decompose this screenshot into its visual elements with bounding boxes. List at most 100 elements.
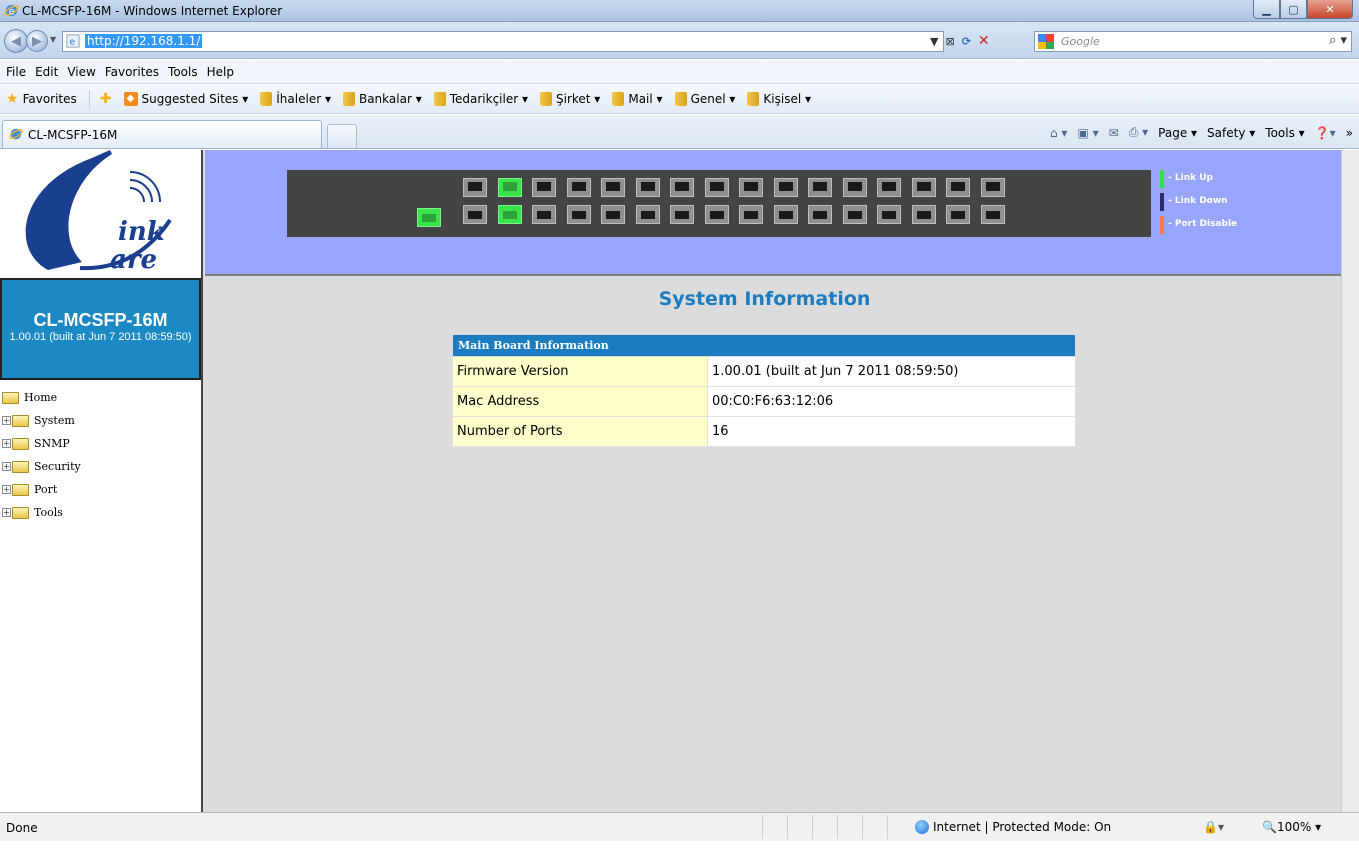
expand-icon[interactable]: + <box>2 485 11 494</box>
port-25[interactable] <box>877 178 901 197</box>
security-zone[interactable]: Internet | Protected Mode: On <box>915 820 1111 834</box>
compatibility-view-icon[interactable]: ⊠ <box>945 35 954 48</box>
nav-tree: Home + System + SNMP + Security + Port + Tool… <box>0 386 81 524</box>
nav-item-home[interactable]: Home <box>0 386 81 409</box>
url-text[interactable]: http://192.168.1.1/ <box>85 34 203 48</box>
help-icon[interactable]: ❓▾ <box>1315 126 1336 140</box>
port-4[interactable] <box>497 205 522 224</box>
favorite-label: İhaleler ▾ <box>276 92 331 106</box>
nav-item-snmp[interactable]: + SNMP <box>0 432 81 455</box>
internet-explorer-icon: e <box>4 4 19 17</box>
address-bar[interactable]: e http://192.168.1.1/ <box>62 31 944 52</box>
legend-label: - Link Up <box>1168 173 1213 183</box>
page-menu[interactable]: Page ▾ <box>1158 126 1197 140</box>
home-icon[interactable]: ⌂ ▾ <box>1050 126 1067 140</box>
status-bar: Done Internet | Protected Mode: On 🔒▾ 🔍1… <box>0 812 1359 841</box>
port-29[interactable] <box>946 178 970 197</box>
search-icon[interactable]: ⌕ ▾ <box>1329 33 1347 48</box>
port-27[interactable] <box>911 178 936 197</box>
print-icon[interactable]: ⎙ ▾ <box>1129 125 1148 140</box>
favorite-bankalar[interactable]: Bankalar ▾ <box>342 92 422 106</box>
search-box[interactable]: Google ⌕ ▾ <box>1034 31 1352 52</box>
favorites-button[interactable]: ★ Favorites <box>6 91 77 107</box>
recent-pages-dropdown[interactable]: ▼ <box>50 35 56 44</box>
port-21[interactable] <box>808 178 832 197</box>
menu-file[interactable]: File <box>6 65 26 79</box>
safety-menu[interactable]: Safety ▾ <box>1207 126 1255 140</box>
port-8[interactable] <box>566 205 591 224</box>
forward-button[interactable]: ▶ <box>26 30 48 52</box>
menu-tools[interactable]: Tools <box>168 65 198 79</box>
expand-icon[interactable]: + <box>2 416 11 425</box>
nav-item-system[interactable]: + System <box>0 409 81 432</box>
tools-menu[interactable]: Tools ▾ <box>1265 126 1304 140</box>
port-5[interactable] <box>532 178 556 197</box>
port-31[interactable] <box>980 178 1005 197</box>
minimize-button[interactable]: ▁ <box>1253 0 1280 19</box>
row-label: Number of Ports <box>452 416 708 447</box>
port-jack <box>882 182 896 191</box>
favorite-kisisel[interactable]: Kişisel ▾ <box>747 92 811 106</box>
favorite-mail[interactable]: Mail ▾ <box>612 92 663 106</box>
feeds-icon[interactable]: ▣ ▾ <box>1077 126 1098 140</box>
close-button[interactable]: ✕ <box>1307 0 1353 19</box>
nav-item-security[interactable]: + Security <box>0 455 81 478</box>
search-placeholder: Google <box>1061 35 1100 48</box>
favorite-tedarikciler[interactable]: Tedarikçiler ▾ <box>433 92 528 106</box>
port-32[interactable] <box>980 205 1005 224</box>
menu-edit[interactable]: Edit <box>35 65 58 79</box>
port-3[interactable] <box>497 178 522 197</box>
vertical-scrollbar[interactable] <box>1341 150 1359 812</box>
port-12[interactable] <box>635 205 660 224</box>
menu-help[interactable]: Help <box>207 65 234 79</box>
port-9[interactable] <box>601 178 625 197</box>
chevron-right-icon[interactable]: » <box>1346 126 1353 140</box>
port-6[interactable] <box>532 205 556 224</box>
maximize-button[interactable]: ▢ <box>1280 0 1307 19</box>
uplink-port[interactable] <box>417 208 441 227</box>
new-tab-button[interactable] <box>327 124 357 148</box>
stop-icon[interactable]: ✕ <box>978 33 990 49</box>
address-dropdown-icon[interactable]: ▼ <box>930 35 938 48</box>
port-18[interactable] <box>739 205 763 224</box>
favorite-ihaleler[interactable]: İhaleler ▾ <box>260 92 331 106</box>
zoom-level[interactable]: 🔍100% ▾ <box>1262 820 1321 834</box>
tab-cl-mcsfp-16m[interactable]: CL-MCSFP-16M <box>2 120 322 148</box>
favorite-suggested-sites[interactable]: ◆ Suggested Sites ▾ <box>123 92 248 106</box>
port-28[interactable] <box>911 205 936 224</box>
port-jack <box>709 182 724 191</box>
favorite-sirket[interactable]: Şirket ▾ <box>540 92 600 106</box>
nav-item-port[interactable]: + Port <box>0 478 81 501</box>
expand-icon[interactable]: + <box>2 462 11 471</box>
port-11[interactable] <box>635 178 660 197</box>
menu-view[interactable]: View <box>67 65 95 79</box>
port-13[interactable] <box>670 178 694 197</box>
port-10[interactable] <box>601 205 625 224</box>
menu-favorites[interactable]: Favorites <box>105 65 159 79</box>
port-16[interactable] <box>704 205 729 224</box>
port-17[interactable] <box>739 178 763 197</box>
port-24[interactable] <box>842 205 867 224</box>
port-20[interactable] <box>773 205 798 224</box>
port-23[interactable] <box>842 178 867 197</box>
port-14[interactable] <box>670 205 694 224</box>
mail-icon[interactable]: ✉ <box>1109 126 1119 140</box>
port-2[interactable] <box>463 205 487 224</box>
legend-label: - Port Disable <box>1168 219 1238 229</box>
port-30[interactable] <box>946 205 970 224</box>
port-22[interactable] <box>808 205 832 224</box>
refresh-icon[interactable]: ⟳ <box>962 35 971 48</box>
nav-item-tools[interactable]: + Tools <box>0 501 81 524</box>
expand-icon[interactable]: + <box>2 508 11 517</box>
port-15[interactable] <box>704 178 729 197</box>
port-1[interactable] <box>463 178 487 197</box>
port-7[interactable] <box>566 178 591 197</box>
add-to-favorites-button[interactable]: ✚ <box>100 91 112 107</box>
port-26[interactable] <box>877 205 901 224</box>
port-jack <box>502 211 517 219</box>
port-19[interactable] <box>773 178 798 197</box>
protected-mode-icon[interactable]: 🔒▾ <box>1203 820 1224 834</box>
back-button[interactable]: ◀ <box>4 29 28 53</box>
expand-icon[interactable]: + <box>2 439 11 448</box>
favorite-genel[interactable]: Genel ▾ <box>674 92 735 106</box>
